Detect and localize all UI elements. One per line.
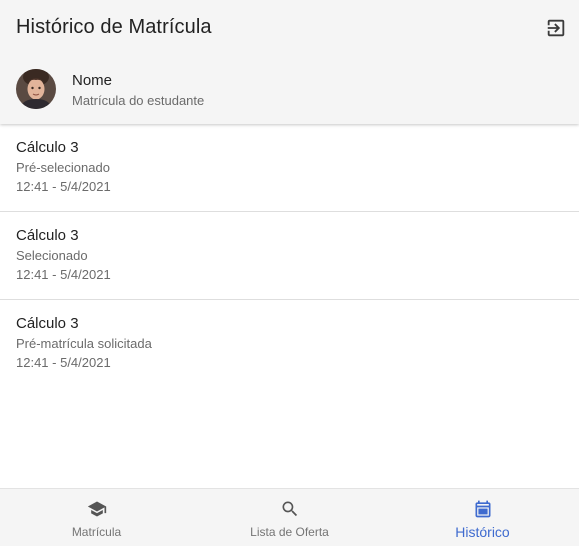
user-name: Nome — [72, 72, 113, 89]
avatar-photo-icon — [16, 69, 56, 109]
nav-label: Matrícula — [71, 525, 122, 539]
nav-item-historico[interactable]: Histórico — [386, 489, 579, 546]
nav-label: Histórico — [455, 524, 510, 540]
logout-button[interactable] — [545, 17, 567, 39]
history-item-timestamp: 12:41 - 5/4/2021 — [16, 355, 111, 370]
history-item[interactable]: Cálculo 3 Selecionado 12:41 - 5/4/2021 — [0, 212, 579, 300]
history-item-status: Pré-matrícula solicitada — [16, 336, 152, 351]
history-item-course: Cálculo 3 — [16, 227, 79, 244]
history-item[interactable]: Cálculo 3 Pré-matrícula solicitada 12:41… — [0, 300, 579, 387]
bottom-navigation: Matrícula Lista de Oferta Histórico — [0, 488, 579, 546]
page-title: Histórico de Matrícula — [16, 16, 212, 38]
history-item-status: Selecionado — [16, 248, 88, 263]
history-item-course: Cálculo 3 — [16, 139, 79, 156]
calendar-icon — [473, 499, 493, 519]
history-item-timestamp: 12:41 - 5/4/2021 — [16, 179, 111, 194]
history-item-timestamp: 12:41 - 5/4/2021 — [16, 267, 111, 282]
nav-item-matricula[interactable]: Matrícula — [0, 489, 193, 546]
school-icon — [87, 499, 107, 519]
app-header: Histórico de Matrícula Nome Matrícula do… — [0, 0, 579, 124]
history-item[interactable]: Cálculo 3 Pré-selecionado 12:41 - 5/4/20… — [0, 124, 579, 212]
logout-icon — [545, 17, 567, 39]
search-icon — [280, 499, 300, 519]
history-item-status: Pré-selecionado — [16, 160, 110, 175]
avatar — [16, 69, 56, 109]
user-subtitle: Matrícula do estudante — [72, 93, 205, 108]
nav-item-lista-de-oferta[interactable]: Lista de Oferta — [193, 489, 386, 546]
history-item-course: Cálculo 3 — [16, 315, 79, 332]
history-list: Cálculo 3 Pré-selecionado 12:41 - 5/4/20… — [0, 124, 579, 387]
nav-label: Lista de Oferta — [250, 525, 329, 539]
